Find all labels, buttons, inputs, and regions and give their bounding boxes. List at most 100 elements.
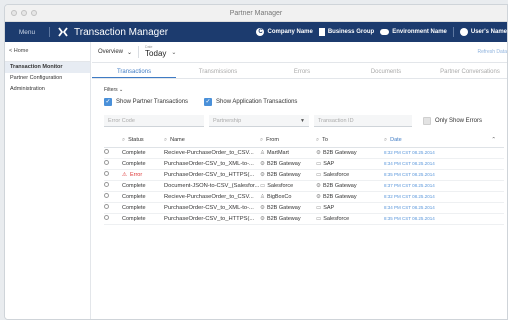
- row-from: Salesforce: [267, 182, 294, 189]
- filters-label: Filters: [104, 87, 118, 93]
- row-date: 8:34 PM CST 08.25.2014: [384, 158, 504, 170]
- chevron-down-icon: ⌄: [127, 49, 133, 56]
- status-column-header[interactable]: ⌕ Status: [122, 135, 164, 148]
- overview-dropdown[interactable]: Overview ⌄: [98, 49, 132, 56]
- row-to: SAP: [323, 204, 335, 211]
- error-code-input[interactable]: Error Code: [104, 115, 204, 127]
- tab-errors[interactable]: Errors: [260, 65, 344, 78]
- show-application-label: Show Application Transactions: [216, 99, 298, 105]
- sidebar-item-partner-configuration[interactable]: Partner Configuration: [5, 73, 90, 84]
- search-icon: ⌕: [316, 137, 320, 144]
- tab-transactions[interactable]: Transactions: [92, 65, 176, 78]
- row-name[interactable]: Recieve-PurchaseOrder_to_CSV...: [164, 147, 260, 159]
- app-icon: ▭: [316, 160, 322, 167]
- row-name[interactable]: PurchaseOrder-CSV_to_HTTPS(...: [164, 169, 260, 181]
- row-select-radio[interactable]: [104, 171, 109, 176]
- sidebar-item-transaction-monitor[interactable]: Transaction Monitor: [5, 62, 90, 73]
- row-status: Complete: [122, 202, 164, 214]
- only-errors-checkbox[interactable]: [423, 117, 431, 125]
- tab-documents[interactable]: Documents: [344, 65, 428, 78]
- row-date: 8:35 PM CST 08.25.2014: [384, 213, 504, 225]
- show-partner-checkbox[interactable]: ✓: [104, 98, 112, 106]
- transaction-id-input[interactable]: Transaction ID: [314, 115, 412, 127]
- row-to: B2B Gateway: [322, 193, 357, 200]
- company-icon: C: [256, 28, 265, 36]
- row-select-radio[interactable]: [104, 204, 109, 209]
- table-row[interactable]: Complete Document-JSON-to-CSV_(Salesfor.…: [104, 180, 504, 192]
- from-column-header[interactable]: ⌕ From: [260, 135, 316, 148]
- row-status: Complete: [122, 180, 164, 192]
- row-name[interactable]: Recieve-PurchaseOrder_to_CSV...: [164, 191, 260, 203]
- home-link[interactable]: < Home: [5, 42, 90, 62]
- status-header-label: Status: [128, 137, 144, 144]
- app-icon: ▭: [316, 204, 322, 211]
- menu-button[interactable]: Menu: [5, 29, 49, 36]
- environment-selector[interactable]: Environment Name: [380, 29, 447, 35]
- row-name[interactable]: PurchaseOrder-CSV_to_HTTPS(...: [164, 213, 260, 225]
- user-avatar-icon: [459, 28, 468, 36]
- table-row[interactable]: Complete PurchaseOrder-CSV_to_XML-to-...…: [104, 202, 504, 214]
- show-partner-label: Show Partner Transactions: [116, 99, 189, 105]
- table-row[interactable]: Complete Recieve-PurchaseOrder_to_CSV...…: [104, 191, 504, 203]
- row-status: Complete: [122, 213, 164, 225]
- app-icon: ▭: [260, 182, 266, 189]
- row-name[interactable]: PurchaseOrder-CSV_to_XML-to-...: [164, 202, 260, 214]
- sort-up-icon[interactable]: ⌃: [491, 137, 496, 143]
- table-row[interactable]: Complete PurchaseOrder-CSV_to_XML-to-...…: [104, 158, 504, 170]
- chevron-down-icon[interactable]: ⌄: [171, 49, 176, 56]
- sidebar-item-administration[interactable]: Administration: [5, 84, 90, 95]
- show-application-checkbox[interactable]: ✓: [204, 98, 213, 106]
- gear-icon: ⚙: [260, 204, 265, 211]
- tab-partner-conversations[interactable]: Partner Conversations: [428, 65, 507, 78]
- partnership-select[interactable]: Partnership ▼: [209, 115, 309, 127]
- row-date: 8:37 PM CST 08.25.2014: [384, 180, 504, 192]
- row-status-error: ⚠ Error: [122, 169, 164, 181]
- sidebar: < Home Transaction Monitor Partner Confi…: [5, 42, 91, 319]
- row-to: B2B Gateway: [322, 182, 357, 189]
- company-name: Company Name: [267, 29, 313, 35]
- app-header: Menu Transaction Manager C Company Name …: [5, 22, 507, 42]
- warning-icon: ⚠: [122, 171, 127, 178]
- group-selector[interactable]: Business Group: [318, 28, 374, 36]
- header-divider: [49, 27, 50, 37]
- filters-toggle[interactable]: Filters ⌄: [92, 79, 507, 93]
- user-menu[interactable]: User's Name: [459, 28, 507, 36]
- company-selector[interactable]: C Company Name: [256, 28, 313, 36]
- search-icon: ⌕: [122, 137, 126, 144]
- date-value: Today: [145, 48, 167, 58]
- row-select-radio[interactable]: [104, 215, 109, 220]
- row-status: Complete: [122, 158, 164, 170]
- app-window: Partner Manager Menu Transaction Manager…: [4, 4, 508, 320]
- row-select-radio[interactable]: [104, 149, 109, 154]
- row-select-radio[interactable]: [104, 160, 109, 165]
- table-row[interactable]: ⚠ Error PurchaseOrder-CSV_to_HTTPS(... ⚙ B…: [104, 169, 504, 181]
- table-row[interactable]: Complete PurchaseOrder-CSV_to_HTTPS(... …: [104, 213, 504, 225]
- header-divider: [452, 27, 454, 37]
- row-status: Complete: [122, 147, 164, 159]
- gear-icon: ⚙: [260, 160, 265, 167]
- header-context: C Company Name Business Group Environmen…: [256, 22, 507, 42]
- to-column-header[interactable]: ⌕ To: [316, 135, 384, 148]
- row-name[interactable]: PurchaseOrder-CSV_to_XML-to-...: [164, 158, 260, 170]
- row-select-radio[interactable]: [104, 182, 109, 187]
- name-column-header[interactable]: ⌕ Name: [164, 135, 260, 148]
- row-date: 8:35 PM CST 08.25.2014: [384, 169, 504, 181]
- app-logo-icon: [58, 27, 68, 37]
- gear-icon: ⚙: [316, 193, 321, 200]
- tab-transmissions[interactable]: Transmissions: [176, 65, 260, 78]
- row-select-radio[interactable]: [104, 193, 109, 198]
- table-row[interactable]: Complete Recieve-PurchaseOrder_to_CSV...…: [104, 147, 504, 159]
- refresh-data-link[interactable]: Refresh Data: [478, 49, 507, 55]
- row-status: Error: [129, 171, 143, 178]
- date-header-label: Date: [390, 137, 402, 144]
- row-name[interactable]: Document-JSON-to-CSV_(Salesfor...: [164, 180, 260, 192]
- only-errors-label: Only Show Errors: [435, 118, 483, 124]
- transaction-type-filters: ✓ Show Partner Transactions ✓ Show Appli…: [92, 93, 507, 106]
- date-column-header[interactable]: ⌕ Date ⌃: [384, 135, 504, 148]
- window-title: Partner Manager: [229, 9, 283, 17]
- only-errors-toggle[interactable]: Only Show Errors: [423, 117, 482, 125]
- gear-icon: ⚙: [260, 171, 265, 178]
- date-picker[interactable]: Date Today: [145, 46, 166, 58]
- partnership-placeholder: Partnership: [213, 118, 242, 124]
- title-bar: Partner Manager: [5, 5, 507, 22]
